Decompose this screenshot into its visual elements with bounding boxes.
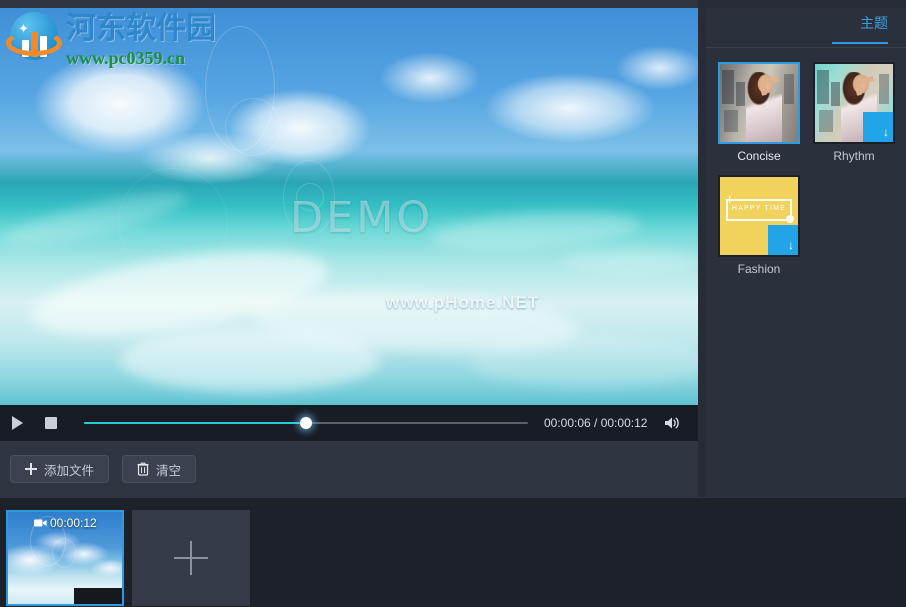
theme-item-concise[interactable]: Concise (718, 62, 800, 163)
play-icon (11, 416, 23, 430)
play-button[interactable] (4, 410, 30, 436)
stop-button[interactable] (38, 410, 64, 436)
site-watermark: ✦ 河东软件园 www.pc0359.cn (6, 10, 216, 67)
add-file-label: 添加文件 (44, 462, 95, 478)
add-clip-tile[interactable] (132, 510, 250, 606)
trash-icon (137, 462, 149, 476)
panel-tabs: 主题 (706, 8, 906, 48)
theme-thumbnail: + HAPPY TIME ↓ (718, 175, 800, 257)
demo-watermark-text: DEMO (290, 193, 434, 243)
volume-button[interactable] (659, 410, 685, 436)
timeline-clip[interactable]: 00:00:12 (6, 510, 124, 606)
theme-grid: Concise ↓ Rhythm + HAPPY TIME ↓ Fashion (706, 48, 906, 276)
plus-icon (174, 541, 208, 575)
tab-active-underline (832, 41, 888, 44)
theme-thumb-text: HAPPY TIME (731, 205, 787, 212)
site-logo-icon: ✦ (6, 10, 62, 64)
seek-handle[interactable] (300, 417, 312, 429)
theme-panel: 主题 Concise ↓ Rhythm + HAPPY TIME ↓ Fashi… (706, 8, 906, 497)
site-watermark-text: www.pHome.NET (386, 293, 540, 312)
tab-theme[interactable]: 主题 (832, 13, 888, 44)
plus-icon (25, 463, 37, 475)
theme-preview-image (720, 64, 798, 142)
clear-label: 清空 (156, 462, 182, 478)
player-controls-bar: 00:00:06 / 00:00:12 (0, 405, 698, 441)
clip-duration: 00:00:12 (34, 516, 97, 530)
theme-thumbnail: ↓ (813, 62, 895, 144)
download-arrow-icon: ↓ (788, 238, 794, 252)
volume-icon (665, 417, 680, 429)
clip-corner-tag (74, 588, 122, 604)
download-badge[interactable]: ↓ (768, 225, 798, 255)
theme-item-rhythm[interactable]: ↓ Rhythm (813, 62, 895, 163)
video-camera-icon (34, 519, 47, 527)
site-name-label: 河东软件园 (66, 11, 216, 46)
stop-icon (45, 417, 57, 429)
theme-label: Rhythm (833, 149, 875, 163)
panel-gutter (698, 0, 706, 497)
video-preview[interactable]: DEMO www.pHome.NET ✦ 河东软件园 www.pc0359.cn (0, 8, 698, 405)
seek-fill (84, 422, 306, 424)
download-arrow-icon: ↓ (883, 125, 889, 139)
theme-item-fashion[interactable]: + HAPPY TIME ↓ Fashion (718, 175, 800, 276)
clip-flare-ring (52, 538, 76, 568)
add-file-button[interactable]: 添加文件 (10, 455, 110, 483)
site-url-label: www.pc0359.cn (66, 48, 186, 68)
download-badge[interactable]: ↓ (863, 112, 893, 142)
tabs-separator (706, 47, 906, 48)
clip-duration-label: 00:00:12 (50, 516, 97, 530)
file-actions-row: 添加文件 清空 (0, 441, 698, 497)
seek-slider[interactable] (84, 416, 528, 430)
app-window: DEMO www.pHome.NET ✦ 河东软件园 www.pc0359.cn (0, 0, 906, 607)
tab-theme-label: 主题 (860, 15, 888, 32)
clear-button[interactable]: 清空 (122, 455, 197, 483)
timeline-strip: 00:00:12 (0, 497, 906, 607)
theme-thumbnail (718, 62, 800, 144)
theme-label: Fashion (737, 262, 781, 276)
time-display: 00:00:06 / 00:00:12 (544, 416, 648, 430)
theme-label: Concise (737, 149, 781, 163)
